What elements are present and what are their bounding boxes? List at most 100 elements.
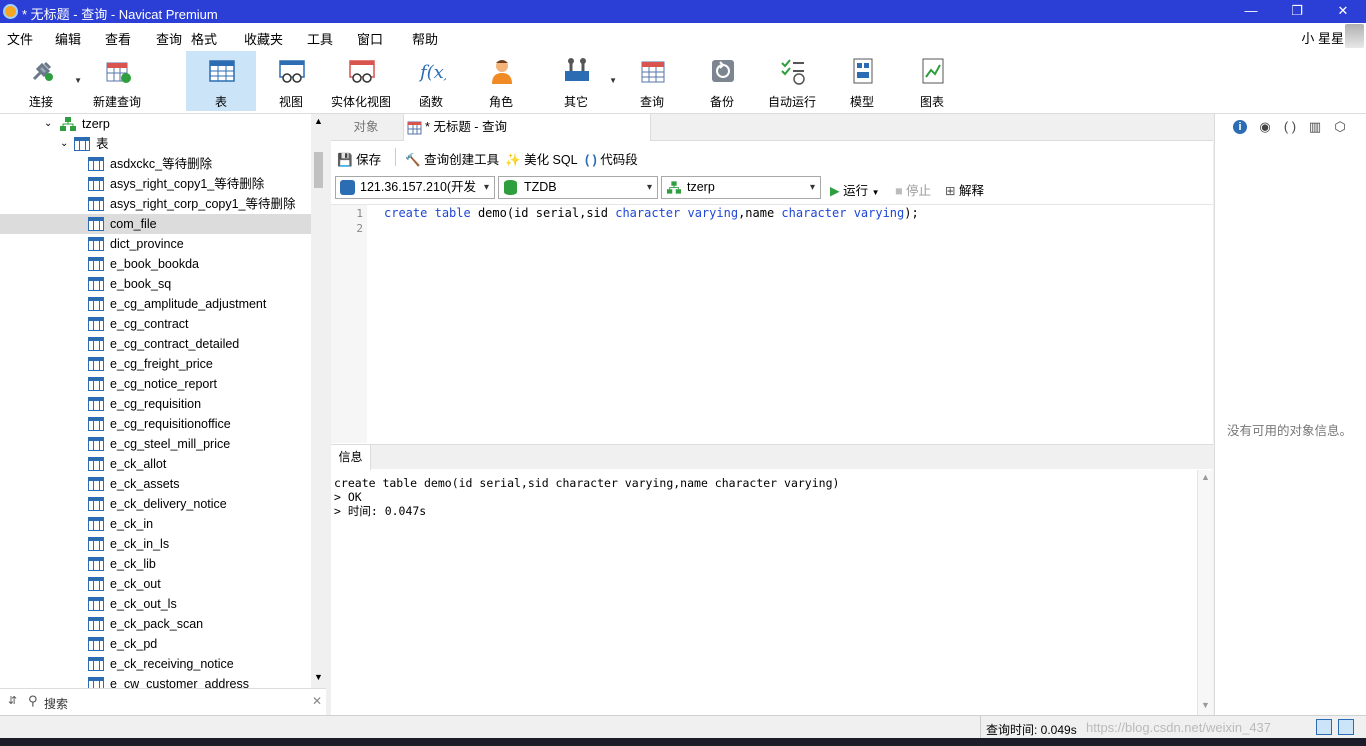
menu-tools[interactable]: 工具	[307, 29, 333, 48]
search-input[interactable]: 搜索	[44, 695, 68, 712]
menu-favorites[interactable]: 收藏夹	[244, 29, 283, 48]
tree-table-item[interactable]: e_book_sq	[0, 274, 311, 294]
tree-table-item[interactable]: e_cg_contract	[0, 314, 311, 334]
chevron-down-icon[interactable]: ▼	[609, 76, 617, 85]
toolbar-view-button[interactable]: 视图	[256, 51, 326, 111]
tree-table-item[interactable]: e_ck_delivery_notice	[0, 494, 311, 514]
menu-edit[interactable]: 编辑	[55, 29, 81, 48]
explain-button[interactable]: ⊞ 解释	[945, 180, 984, 199]
user-name[interactable]: 小 星星	[1301, 28, 1344, 47]
tree-table-item[interactable]: e_cg_steel_mill_price	[0, 434, 311, 454]
tab-info[interactable]: 信息	[331, 445, 371, 470]
info-output: create table demo(id serial,sid characte…	[331, 470, 1197, 715]
tree-table-item[interactable]: com_file	[0, 214, 311, 234]
chevron-down-icon[interactable]: ⌄	[60, 134, 68, 154]
toolbar-connect-button[interactable]: 连接 ▼	[6, 51, 82, 111]
menu-query[interactable]: 查询	[156, 29, 182, 48]
tab-query[interactable]: * 无标题 - 查询	[403, 114, 651, 141]
tree-table-item[interactable]: asys_right_copy1_等待删除	[0, 174, 311, 194]
toolbar-other-button[interactable]: 其它 ▼	[541, 51, 617, 111]
columns-icon[interactable]: ▥	[1308, 120, 1322, 134]
chevron-down-icon: ▾	[646, 182, 652, 193]
query-builder-button[interactable]: 🔨 查询创建工具	[405, 149, 499, 168]
chevron-down-icon[interactable]: ▼	[74, 76, 82, 85]
tree-table-item[interactable]: e_ck_in	[0, 514, 311, 534]
run-button[interactable]: ▶ 运行 ▼	[830, 180, 880, 199]
tree-table-item[interactable]: dict_province	[0, 234, 311, 254]
tree-table-item[interactable]: e_cg_requisitionoffice	[0, 414, 311, 434]
database-select[interactable]: TZDB ▾	[498, 176, 658, 199]
hexagon-icon[interactable]: ⬡	[1333, 120, 1347, 134]
tree-tables-folder[interactable]: ⌄ 表	[0, 134, 311, 154]
sql-editor[interactable]: 1 2 create table demo(id serial,sid char…	[331, 204, 1213, 443]
maximize-button[interactable]: ❐	[1274, 0, 1320, 23]
tree-schema-tzerp[interactable]: ⌄ tzerp	[0, 114, 311, 134]
tree-table-item[interactable]: e_cg_amplitude_adjustment	[0, 294, 311, 314]
toolbar-backup-button[interactable]: 备份	[687, 51, 757, 111]
toolbar-model-button[interactable]: 模型	[827, 51, 897, 111]
toolbar-query-button[interactable]: 查询	[617, 51, 687, 111]
tree-table-item[interactable]: e_ck_out	[0, 574, 311, 594]
tree-table-item[interactable]: e_cg_freight_price	[0, 354, 311, 374]
info-icon[interactable]: i	[1233, 120, 1247, 134]
menu-file[interactable]: 文件	[7, 29, 33, 48]
panel-toggle-icon[interactable]	[1338, 719, 1354, 735]
tree-label: e_ck_allot	[110, 457, 167, 471]
tree-table-item[interactable]: e_ck_pd	[0, 634, 311, 654]
tree-scrollbar[interactable]: ▲ ▼	[311, 114, 326, 688]
tree-table-item[interactable]: e_ck_in_ls	[0, 534, 311, 554]
minimize-button[interactable]: —	[1228, 0, 1274, 23]
stop-button[interactable]: ■ 停止	[895, 180, 931, 199]
toolbar-function-button[interactable]: f(x) 函数	[396, 51, 466, 111]
tree-table-item[interactable]: e_cg_contract_detailed	[0, 334, 311, 354]
code-snippet-button[interactable]: ( ) 代码段	[585, 149, 638, 168]
tree-table-item[interactable]: e_ck_lib	[0, 554, 311, 574]
connection-select[interactable]: 121.36.157.210(开发 ▾	[335, 176, 495, 199]
info-scrollbar[interactable]: ▲ ▼	[1197, 470, 1213, 715]
tree-table-item[interactable]: asys_right_corp_copy1_等待删除	[0, 194, 311, 214]
toolbar-label: 其它	[563, 95, 588, 109]
chevron-down-icon[interactable]: ▼	[872, 188, 880, 197]
schema-select[interactable]: tzerp ▾	[661, 176, 821, 199]
braces-icon[interactable]: ( )	[1283, 120, 1297, 134]
beautify-sql-button[interactable]: ✨ 美化 SQL	[505, 149, 578, 168]
close-button[interactable]: ✕	[1320, 0, 1366, 23]
tree-table-item[interactable]: e_ck_allot	[0, 454, 311, 474]
tree-table-item[interactable]: e_cg_notice_report	[0, 374, 311, 394]
scroll-down-icon[interactable]: ▼	[1201, 700, 1210, 710]
tree-table-item[interactable]: e_cw_customer_address	[0, 674, 311, 688]
scrollbar-thumb[interactable]	[314, 152, 323, 188]
tab-objects[interactable]: 对象	[331, 114, 401, 141]
query-time: 查询时间: 0.049s	[986, 723, 1077, 737]
eye-icon[interactable]: ◉	[1258, 120, 1272, 134]
toolbar-automation-button[interactable]: 自动运行	[757, 51, 827, 111]
tree-table-item[interactable]: e_ck_out_ls	[0, 594, 311, 614]
code-snippet-label: 代码段	[600, 153, 638, 167]
tree-table-item[interactable]: e_ck_assets	[0, 474, 311, 494]
layout-toggle-icon[interactable]	[1316, 719, 1332, 735]
filter-icon[interactable]: ⇵	[8, 694, 17, 707]
tree-label: e_cg_contract_detailed	[110, 337, 240, 351]
toolbar-role-button[interactable]: 角色	[466, 51, 536, 111]
sql-code-line[interactable]: create table demo(id serial,sid characte…	[384, 206, 919, 220]
scroll-down-icon[interactable]: ▼	[314, 672, 323, 682]
tree-table-item[interactable]: e_ck_pack_scan	[0, 614, 311, 634]
chevron-down-icon[interactable]: ⌄	[44, 114, 52, 134]
scroll-up-icon[interactable]: ▲	[1201, 472, 1210, 482]
avatar[interactable]	[1345, 24, 1364, 48]
menu-window[interactable]: 窗口	[357, 29, 383, 48]
toolbar-table-button[interactable]: 表	[186, 51, 256, 111]
menu-view[interactable]: 查看	[105, 29, 131, 48]
toolbar-chart-button[interactable]: 图表	[897, 51, 967, 111]
toolbar-new-query-button[interactable]: 新建查询	[82, 51, 152, 111]
clear-search-icon[interactable]: ✕	[312, 694, 322, 708]
scroll-up-icon[interactable]: ▲	[314, 116, 323, 126]
tree-table-item[interactable]: e_book_bookda	[0, 254, 311, 274]
tree-table-item[interactable]: asdxckc_等待删除	[0, 154, 311, 174]
tree-table-item[interactable]: e_ck_receiving_notice	[0, 654, 311, 674]
toolbar-materialized-view-button[interactable]: 实体化视图	[326, 51, 396, 111]
menu-help[interactable]: 帮助	[412, 29, 438, 48]
save-button[interactable]: 💾 保存	[337, 149, 381, 168]
menu-format[interactable]: 格式	[191, 29, 217, 48]
tree-table-item[interactable]: e_cg_requisition	[0, 394, 311, 414]
